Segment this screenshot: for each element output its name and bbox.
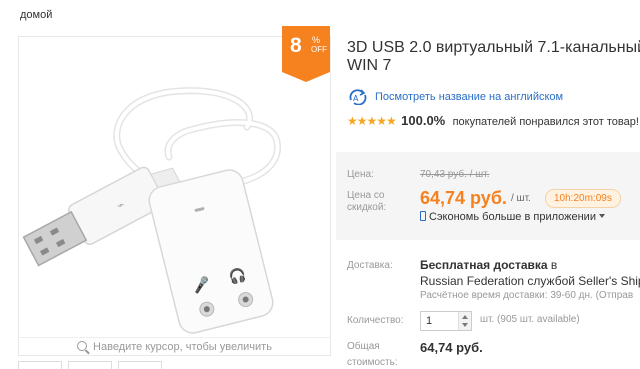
discount-price-label-1: Цена со	[347, 190, 385, 201]
quantity-available: шт. (905 шт. available)	[480, 314, 580, 325]
product-image[interactable]: ⌁ 🎤 🎧	[19, 37, 330, 337]
zoom-hint: Наведите курсор, чтобы увеличить	[19, 337, 330, 357]
rating: ★★★★★ 100.0% покупателей понравился этот…	[347, 113, 639, 128]
translate-link[interactable]: A Посмотреть название на английском	[347, 89, 563, 105]
price-box: Цена: 70,43 руб. / шт. Цена со скидкой: …	[336, 152, 640, 240]
zoom-hint-text: Наведите курсор, чтобы увеличить	[93, 341, 272, 353]
total-label-1: Общая	[347, 341, 380, 352]
countdown-timer: 10h:20m:09s	[545, 189, 621, 208]
discount-price: 64,74 руб.	[420, 188, 507, 208]
quantity-stepper[interactable]	[458, 312, 471, 330]
rating-percent: 100.0%	[401, 113, 446, 128]
discount-value: 8	[290, 34, 302, 57]
product-title-line2: WIN 7	[347, 57, 392, 74]
shipping-destination[interactable]: Russian Federation службой Seller's Ship	[420, 274, 640, 288]
per-unit: / шт.	[511, 193, 531, 204]
app-save-link[interactable]: Сэкономь больше в приложении	[420, 211, 605, 223]
discount-badge: 8 % OFF	[282, 26, 330, 82]
product-gallery: ⌁ 🎤 🎧 Наведите курсор, чтобы увеличить	[18, 36, 331, 356]
free-shipping: Бесплатная доставка	[420, 258, 548, 272]
discount-percent: %	[312, 35, 321, 45]
phone-icon	[420, 211, 426, 221]
shipping-time: Расчётное время доставки: 39-60 дн. (Отп…	[420, 290, 634, 301]
old-price: 70,43 руб. / шт.	[420, 169, 490, 180]
translate-icon: A	[349, 89, 367, 105]
quantity-label: Количество:	[347, 315, 404, 326]
breadcrumb[interactable]: домой	[20, 9, 52, 21]
thumbnail[interactable]	[68, 361, 112, 369]
app-save-label[interactable]: Сэкономь больше в приложении	[429, 211, 596, 223]
total-label-2: стоимость:	[347, 357, 398, 368]
rating-text: покупателей понравился этот товар!	[452, 116, 639, 128]
total-price: 64,74 руб.	[420, 340, 483, 355]
star-icon: ★★★★★	[347, 114, 397, 128]
magnifier-icon	[77, 341, 88, 351]
chevron-down-icon[interactable]	[598, 214, 605, 218]
discount-off: OFF	[311, 45, 327, 54]
shipping-label: Доставка:	[347, 260, 393, 271]
stepper-up-icon[interactable]	[462, 315, 468, 319]
translate-link-label[interactable]: Посмотреть название на английском	[375, 91, 563, 103]
thumbnail[interactable]	[118, 361, 162, 369]
shipping-title: Бесплатная доставка в	[420, 258, 557, 272]
thumbnail[interactable]	[18, 361, 62, 369]
price-label: Цена:	[347, 169, 374, 180]
discount-price-label-2: скидкой:	[347, 202, 387, 213]
product-title-line1: 3D USB 2.0 виртуальный 7.1-канальный 7	[347, 39, 640, 56]
stepper-down-icon[interactable]	[462, 323, 468, 327]
svg-text:A: A	[353, 94, 359, 103]
shipping-in: в	[550, 258, 558, 272]
